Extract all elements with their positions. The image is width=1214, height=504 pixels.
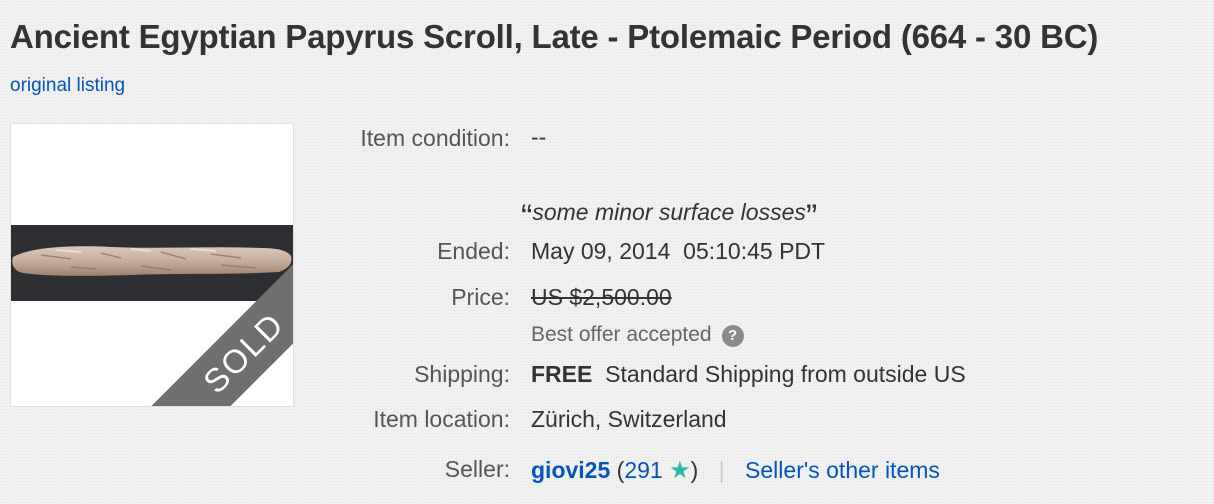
condition-note-text: some minor surface losses (532, 199, 806, 225)
price-label: Price: (451, 284, 510, 310)
star-icon: ★ (669, 457, 691, 484)
help-icon[interactable]: ? (721, 325, 744, 347)
seller-feedback-score[interactable]: 291 (624, 457, 662, 483)
location-label: Item location: (373, 406, 510, 432)
condition-value: -- (531, 124, 547, 150)
close-quote-glyph: ” (805, 198, 818, 236)
best-offer-row: Best offer accepted? (531, 320, 744, 347)
ended-value: May 09, 2014 05:10:45 PDT (531, 238, 825, 265)
seller-other-items-link[interactable]: Seller's other items (745, 457, 940, 483)
condition-label: Item condition: (360, 125, 510, 151)
shipping-label: Shipping: (414, 361, 510, 387)
ended-time: 05:10:45 PDT (683, 238, 826, 264)
shipping-desc: Standard Shipping from outside US (605, 361, 966, 387)
shipping-free: FREE (531, 361, 593, 387)
location-value: Zürich, Switzerland (531, 406, 727, 432)
seller-label: Seller: (444, 456, 510, 482)
price-value: US $2,500.00 (531, 284, 672, 310)
best-offer-text: Best offer accepted (531, 323, 712, 346)
separator: | (718, 457, 725, 483)
condition-note: “some minor surface losses” (521, 190, 817, 236)
shipping-value: FREE Standard Shipping from outside US (531, 361, 966, 388)
seller-close-paren: ) (690, 457, 699, 483)
ended-date: May 09, 2014 (531, 238, 671, 264)
seller-info: giovi25 (291 ★) | Seller's other items (531, 456, 940, 485)
ended-label: Ended: (437, 238, 510, 264)
open-quote-glyph: “ (521, 198, 533, 236)
original-listing-link[interactable]: original listing (10, 75, 125, 97)
item-photo[interactable]: SOLD (10, 123, 294, 407)
papyrus-scroll-image (12, 246, 292, 276)
photo-background (11, 225, 293, 301)
seller-name-link[interactable]: giovi25 (531, 457, 610, 483)
item-title: Ancient Egyptian Papyrus Scroll, Late - … (10, 18, 1099, 55)
